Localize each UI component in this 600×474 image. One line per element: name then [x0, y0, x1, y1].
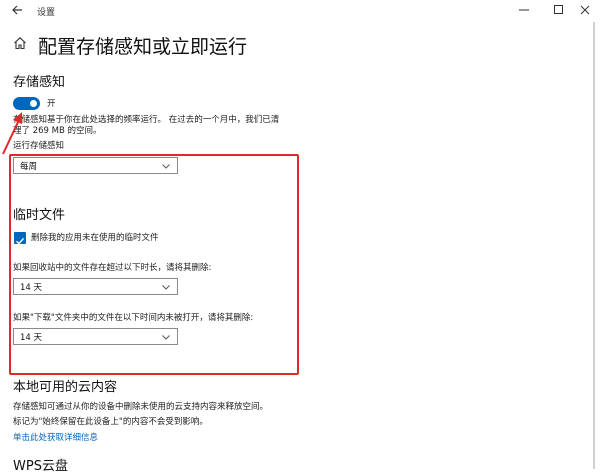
close-button[interactable] — [566, 0, 600, 20]
minimize-icon — [519, 9, 529, 11]
scrollbar[interactable] — [593, 22, 595, 469]
toggle-state-label: 开 — [47, 99, 56, 109]
close-icon — [580, 5, 590, 15]
maximize-icon — [554, 5, 563, 14]
cloud-details-link[interactable]: 单击此处获取详细信息 — [13, 432, 98, 444]
minimize-button[interactable] — [505, 0, 543, 20]
cloud-description-1: 存储感知可通过从你的设备中删除未使用的云支持内容来释放空间。 — [13, 402, 269, 412]
back-arrow-icon[interactable] — [10, 3, 24, 17]
cloud-description-2: 标记为"始终保留在此设备上"的内容不会受到影响。 — [13, 417, 208, 427]
annotation-arrow-icon — [2, 112, 22, 155]
home-icon[interactable] — [13, 36, 27, 50]
toggle-knob — [30, 100, 37, 107]
storage-sense-heading: 存储感知 — [13, 75, 66, 90]
cloud-content-heading: 本地可用的云内容 — [13, 380, 118, 395]
window-title: 设置 — [37, 8, 56, 18]
wps-cloud-heading: WPS云盘 — [13, 459, 68, 474]
annotation-highlight-box — [9, 154, 299, 375]
page-title: 配置存储感知或立即运行 — [38, 36, 248, 58]
